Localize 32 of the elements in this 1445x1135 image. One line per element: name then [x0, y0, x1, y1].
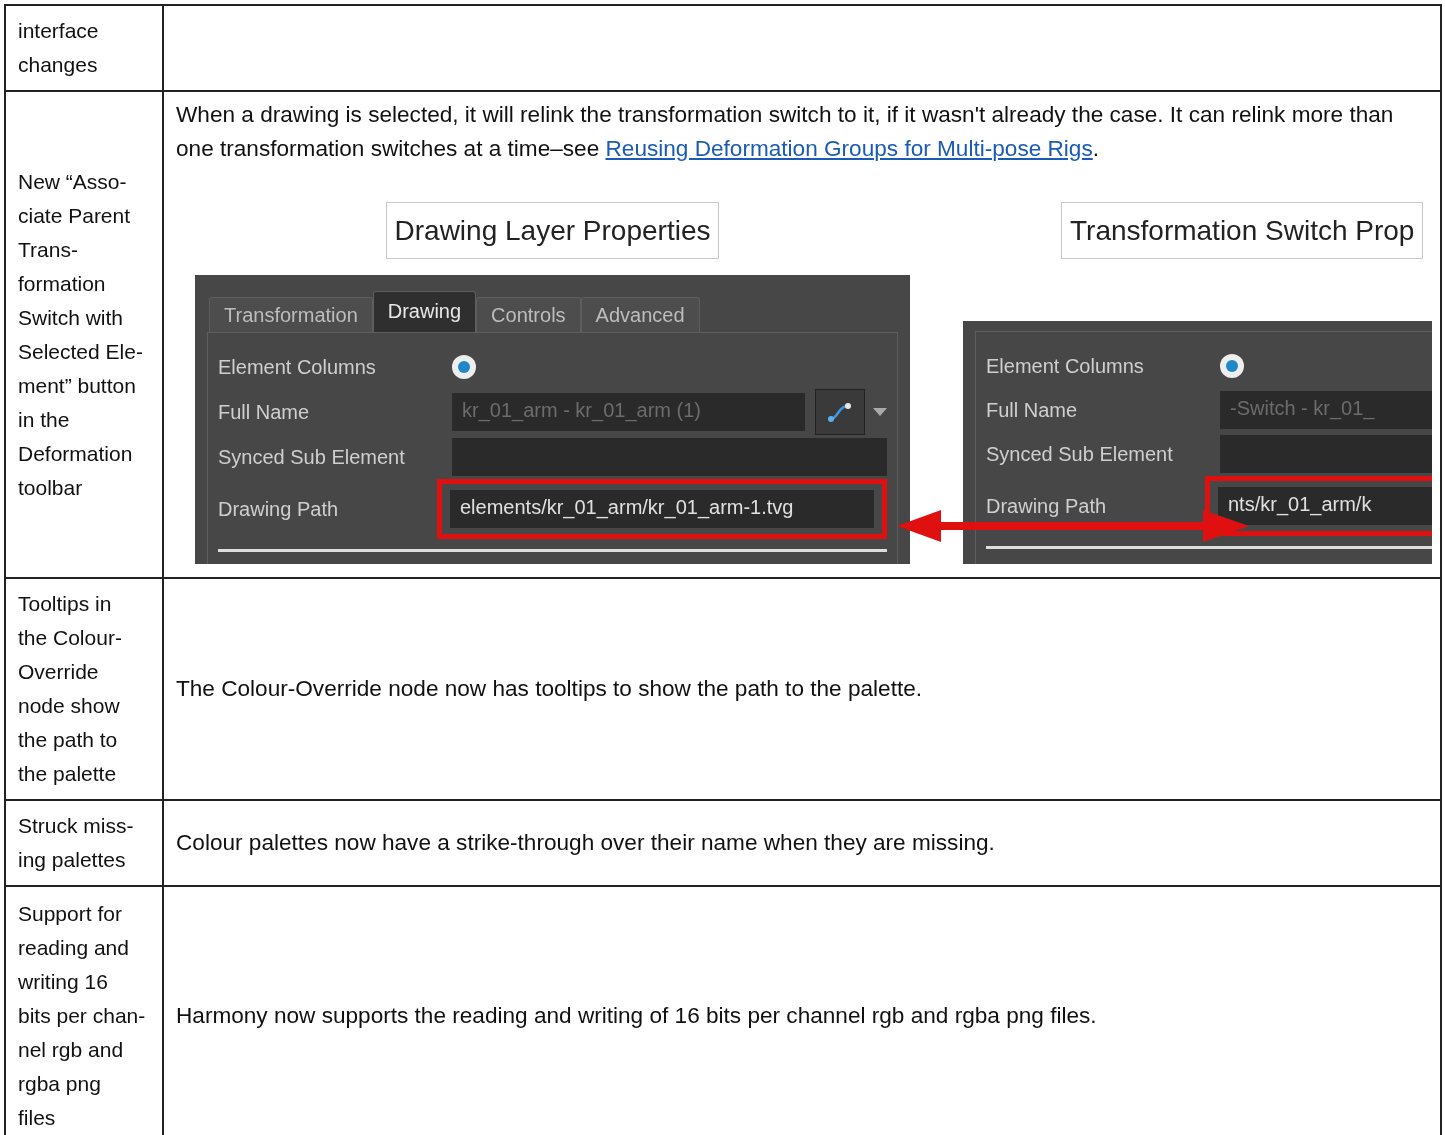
feature-text: interface changes [5, 5, 163, 91]
field-label: Synced Sub Element [218, 445, 406, 471]
field-label: Synced Sub Element [986, 442, 1174, 468]
field-label: Full Name [986, 398, 1079, 424]
text-field[interactable] [452, 438, 887, 477]
panel-title: Drawing Layer Properties [385, 202, 720, 260]
text-field[interactable]: elements/kr_01_arm/kr_01_arm-1.tvg [450, 490, 874, 529]
description-text: Colour palettes now have a strike-through over their name when they are missing. [176, 829, 996, 857]
tab[interactable]: Controls [476, 297, 581, 333]
tab[interactable]: Advanced [580, 297, 700, 333]
feature-text: Struck miss- ing palettes [5, 800, 163, 886]
field-label: Full Name [218, 400, 311, 426]
panel-title: Transformation Switch Prop [1061, 202, 1424, 260]
dropdown-caret-icon[interactable] [873, 408, 887, 417]
field-label: Element Columns [986, 354, 1145, 380]
description-text: The Colour-Override node now has tooltips to show the path to the palette. [176, 675, 924, 703]
text-field[interactable]: nts/kr_01_arm/k [1218, 487, 1432, 526]
feature-text: Support for reading and writing 16 bits per chan- nel rgb and rgba png files [5, 886, 163, 1135]
field-label: Drawing Path [218, 497, 340, 523]
description-text: Harmony now supports the reading and writing of 16 bits per channel rgb and rgba png files. [176, 1002, 1098, 1030]
curve-icon [827, 401, 853, 424]
radio-button[interactable] [1220, 354, 1244, 379]
feature-text: New “Asso- ciate Parent Trans- formation Switch with Selected Ele- ment” button in the Deformation toolbar [5, 91, 163, 578]
tab[interactable]: Transformation [209, 297, 373, 333]
description-text: When a drawing is selected, it will relink the transformation switch to it, if it wasn't already the case. It can relink more than one transformation switches at a time–see Reusing Deformation Groups for Multi-pose Rigs. [176, 101, 1395, 163]
field-label: Element Columns [218, 355, 377, 381]
radio-button[interactable] [452, 355, 476, 380]
field-label: Drawing Path [986, 494, 1108, 520]
link[interactable]: Reusing Deformation Groups for Multi-pose Rigs [605, 136, 1093, 161]
tab[interactable]: Drawing [372, 291, 477, 333]
feature-text: Tooltips in the Colour- Override node show the path to the palette [5, 578, 163, 800]
curve-button[interactable] [815, 389, 865, 436]
